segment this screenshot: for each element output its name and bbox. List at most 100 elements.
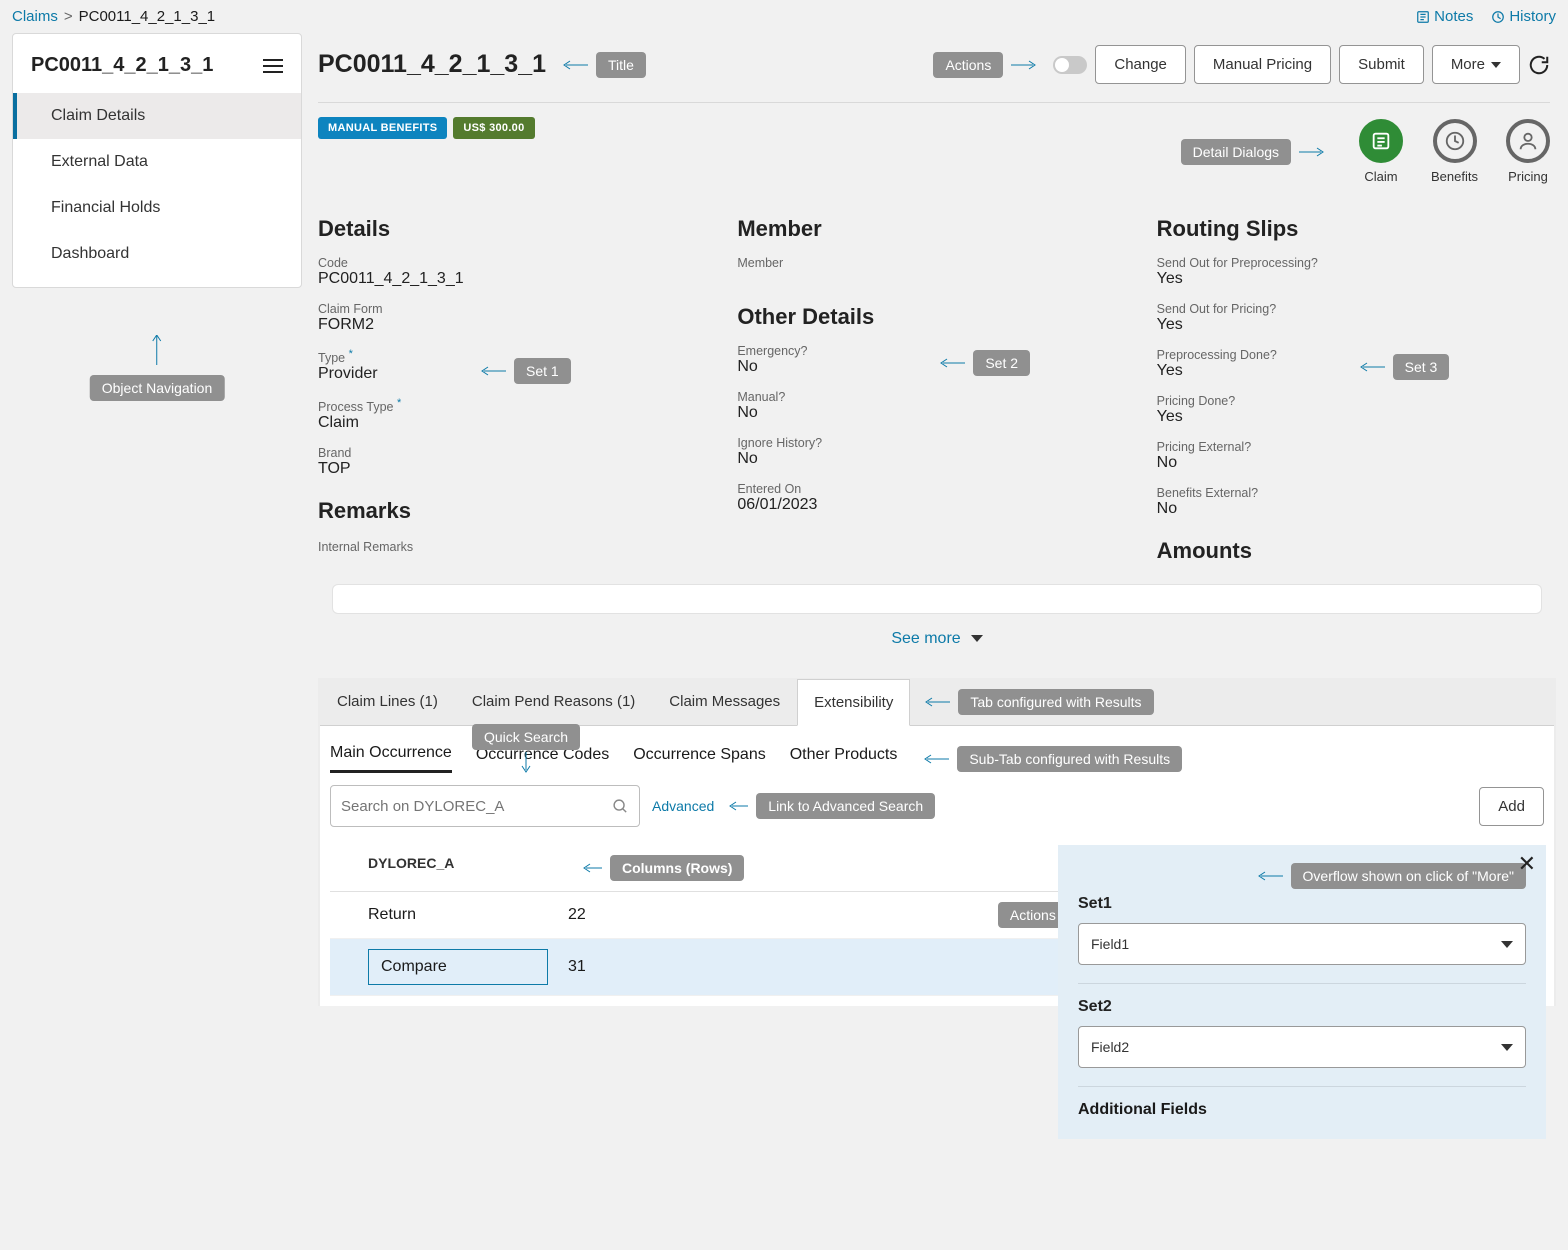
ann-set2: Set 2 — [973, 350, 1030, 376]
chevron-down-icon — [1491, 62, 1501, 68]
breadcrumb-root[interactable]: Claims — [12, 8, 58, 25]
tab-pend-reasons[interactable]: Claim Pend Reasons (1) — [455, 678, 652, 725]
add-button[interactable]: Add — [1479, 787, 1544, 826]
close-icon[interactable]: ✕ — [1518, 851, 1536, 877]
chevron-down-icon — [1501, 1044, 1513, 1051]
breadcrumb: Claims > PC0011_4_2_1_3_1 — [12, 8, 215, 25]
page-title: PC0011_4_2_1_3_1 — [318, 50, 546, 79]
nav-claim-details[interactable]: Claim Details — [13, 93, 301, 139]
ann-title: Title — [596, 52, 646, 78]
ann-subtab-results: Sub-Tab configured with Results — [957, 746, 1182, 772]
subtab-spans[interactable]: Occurrence Spans — [633, 746, 766, 772]
breadcrumb-sep: > — [64, 8, 73, 25]
field1-select[interactable]: Field1 — [1078, 923, 1526, 965]
ptype-label: Process Type * — [318, 397, 717, 414]
ann-columns: Columns (Rows) — [610, 855, 744, 881]
pricing-send-label: Send Out for Pricing? — [1157, 302, 1556, 316]
form-label: Claim Form — [318, 302, 717, 316]
emergency-value: No — [737, 358, 757, 375]
ann-overflow: Overflow shown on click of "More" — [1291, 863, 1526, 889]
pricingext-value: No — [1157, 454, 1177, 471]
brand-value: TOP — [318, 460, 351, 477]
amounts-heading: Amounts — [1157, 538, 1556, 564]
dialog-benefits[interactable]: Benefits — [1431, 119, 1478, 184]
type-value: Provider — [318, 365, 378, 382]
tab-claim-lines[interactable]: Claim Lines (1) — [320, 678, 455, 725]
ann-detail-dialogs: Detail Dialogs — [1181, 139, 1291, 165]
ptype-value: Claim — [318, 414, 359, 431]
entered-label: Entered On — [737, 482, 1136, 496]
person-icon — [1517, 130, 1539, 152]
subtab-other[interactable]: Other Products — [790, 746, 898, 772]
ann-quick-search: Quick Search — [472, 724, 580, 750]
clock-icon — [1444, 130, 1466, 152]
other-heading: Other Details — [737, 304, 1136, 330]
routing-heading: Routing Slips — [1157, 216, 1556, 242]
entered-value: 06/01/2023 — [737, 496, 817, 513]
nav-financial-holds[interactable]: Financial Holds — [13, 185, 301, 231]
details-heading: Details — [318, 216, 717, 242]
remarks-heading: Remarks — [318, 498, 717, 524]
ignore-value: No — [737, 450, 757, 467]
ann-tab-results: Tab configured with Results — [958, 689, 1153, 715]
internal-remarks-label: Internal Remarks — [318, 540, 413, 554]
col-dylorec: DYLOREC_A — [338, 855, 568, 881]
ann-set3: Set 3 — [1393, 354, 1450, 380]
advanced-link[interactable]: Advanced — [652, 798, 714, 814]
pricingdone-label: Pricing Done? — [1157, 394, 1556, 408]
pricingext-label: Pricing External? — [1157, 440, 1556, 454]
sidebar-title: PC0011_4_2_1_3_1 — [31, 54, 213, 77]
manual-pricing-button[interactable]: Manual Pricing — [1194, 45, 1331, 84]
field2-select[interactable]: Field2 — [1078, 1026, 1526, 1068]
manual-label: Manual? — [737, 390, 1136, 404]
nav-external-data[interactable]: External Data — [13, 139, 301, 185]
pricingdone-value: Yes — [1157, 408, 1183, 425]
brand-label: Brand — [318, 446, 717, 460]
row-name: Compare — [368, 949, 548, 985]
dialog-pricing[interactable]: Pricing — [1506, 119, 1550, 184]
toggle-switch[interactable] — [1053, 56, 1087, 74]
badge-amount: US$ 300.00 — [453, 117, 534, 139]
subtab-main[interactable]: Main Occurrence — [330, 744, 452, 773]
change-button[interactable]: Change — [1095, 45, 1186, 84]
pricing-send-value: Yes — [1157, 316, 1183, 333]
breadcrumb-current: PC0011_4_2_1_3_1 — [79, 8, 216, 25]
more-button[interactable]: More — [1432, 45, 1520, 84]
ann-set1: Set 1 — [514, 358, 571, 384]
submit-button[interactable]: Submit — [1339, 45, 1424, 84]
benefitsext-value: No — [1157, 500, 1177, 517]
search-icon[interactable] — [612, 798, 629, 815]
overflow-additional-heading: Additional Fields — [1078, 1101, 1526, 1119]
preproc-value: Yes — [1157, 270, 1183, 287]
manual-value: No — [737, 404, 757, 421]
search-input[interactable] — [341, 798, 612, 815]
ignore-label: Ignore History? — [737, 436, 1136, 450]
remarks-box — [332, 584, 1542, 614]
tab-extensibility[interactable]: Extensibility — [797, 679, 910, 726]
refresh-icon[interactable] — [1528, 54, 1550, 76]
chevron-down-icon — [1501, 941, 1513, 948]
notes-link[interactable]: Notes — [1416, 8, 1473, 25]
clock-icon — [1491, 10, 1505, 24]
history-link[interactable]: History — [1491, 8, 1556, 25]
hamburger-icon[interactable] — [263, 55, 283, 77]
preproc-label: Send Out for Preprocessing? — [1157, 256, 1556, 270]
see-more-link[interactable]: See more — [318, 618, 1556, 660]
row-val: 31 — [568, 958, 688, 976]
list-icon — [1370, 130, 1392, 152]
code-value: PC0011_4_2_1_3_1 — [318, 270, 464, 287]
member-label: Member — [737, 256, 1136, 270]
overflow-panel: ✕ Overflow shown on click of "More" Set1… — [1058, 845, 1546, 1139]
overflow-set1-heading: Set1 — [1078, 895, 1526, 913]
note-icon — [1416, 10, 1430, 24]
ann-actions: Actions — [933, 52, 1003, 78]
ann-adv-link: Link to Advanced Search — [756, 793, 935, 819]
tab-messages[interactable]: Claim Messages — [652, 678, 797, 725]
member-heading: Member — [737, 216, 1136, 242]
search-box — [330, 785, 640, 827]
dialog-claim[interactable]: Claim — [1359, 119, 1403, 184]
ann-object-nav: Object Navigation — [90, 375, 225, 401]
preprocdone-value: Yes — [1157, 362, 1183, 379]
sidebar: PC0011_4_2_1_3_1 Claim Details External … — [12, 33, 302, 288]
nav-dashboard[interactable]: Dashboard — [13, 231, 301, 277]
